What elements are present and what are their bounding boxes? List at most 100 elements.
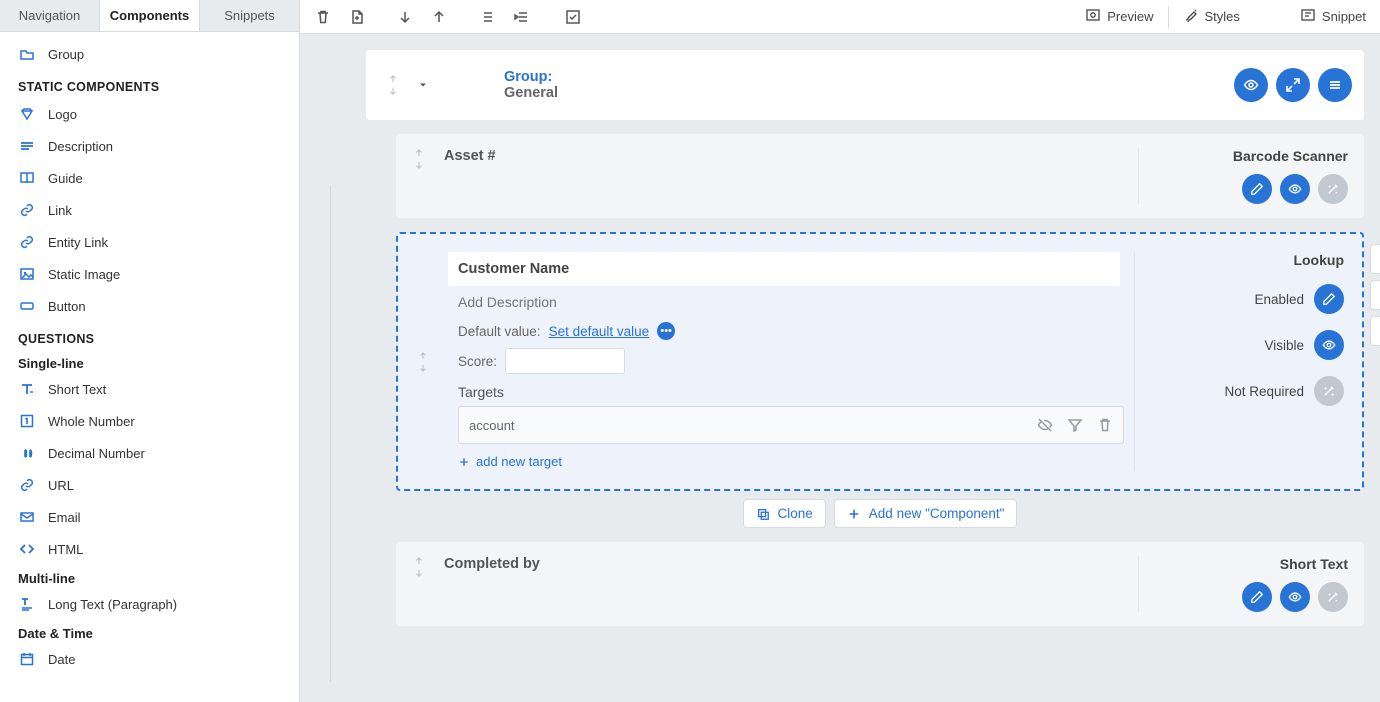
filter-icon[interactable]	[1067, 417, 1083, 433]
toolbar-move-up-button[interactable]	[424, 3, 454, 31]
component-long-text[interactable]: Long Text (Paragraph)	[0, 588, 299, 620]
brush-icon	[1183, 7, 1199, 26]
toolbar-indent-button[interactable]	[506, 3, 536, 31]
link-icon	[18, 233, 36, 251]
group-label: Group:	[504, 69, 1234, 85]
toolbar-styles-button[interactable]: Styles	[1177, 3, 1246, 31]
components-list[interactable]: Group STATIC COMPONENTS Logo Description…	[0, 32, 299, 702]
float-move-up-button[interactable]	[1370, 280, 1380, 310]
toolbar-preview-button[interactable]: Preview	[1079, 3, 1159, 31]
field-required-button[interactable]	[1318, 582, 1348, 612]
component-guide[interactable]: Guide	[0, 162, 299, 194]
float-move-down-button[interactable]	[1370, 316, 1380, 346]
state-required-button[interactable]	[1314, 376, 1344, 406]
group-expand-button[interactable]	[1276, 68, 1310, 102]
component-label: URL	[48, 478, 74, 493]
field-completed-card[interactable]: Completed by Short Text	[396, 542, 1364, 626]
tab-components[interactable]: Components	[100, 0, 200, 31]
button-icon	[18, 297, 36, 315]
component-button[interactable]: Button	[0, 290, 299, 322]
component-static-image[interactable]: Static Image	[0, 258, 299, 290]
default-value-label: Default value:	[458, 324, 541, 339]
toolbar-add-file-button[interactable]	[342, 3, 372, 31]
group-visible-button[interactable]	[1234, 68, 1268, 102]
field-visible-button[interactable]	[1280, 174, 1310, 204]
decimal-icon	[18, 444, 36, 462]
field-customer-card[interactable]: Default value: Set default value ••• Sco…	[396, 232, 1364, 491]
target-row[interactable]: account	[458, 406, 1124, 444]
add-component-button[interactable]: Add new "Component"	[834, 499, 1018, 528]
drag-handle[interactable]	[404, 556, 434, 612]
sub-multi-title: Multi-line	[0, 565, 299, 588]
component-logo[interactable]: Logo	[0, 98, 299, 130]
component-label: Logo	[48, 107, 77, 122]
add-target-button[interactable]: add new target	[448, 444, 1134, 471]
state-enabled-button[interactable]	[1314, 284, 1344, 314]
component-label: Group	[48, 47, 84, 62]
left-tabs: Navigation Components Snippets	[0, 0, 299, 32]
tab-navigation[interactable]: Navigation	[0, 0, 100, 31]
tab-snippets[interactable]: Snippets	[200, 0, 299, 31]
plus-icon	[458, 456, 470, 468]
drag-handle[interactable]	[404, 148, 434, 204]
clone-button[interactable]: Clone	[743, 499, 826, 528]
component-whole-number[interactable]: Whole Number	[0, 405, 299, 437]
field-title-input[interactable]	[448, 252, 1120, 286]
toolbar-snippet-label: Snippet	[1322, 9, 1366, 24]
component-label: Short Text	[48, 382, 106, 397]
set-default-link[interactable]: Set default value	[549, 324, 650, 339]
drag-handle[interactable]	[408, 351, 438, 373]
field-description-input[interactable]	[448, 286, 1120, 318]
group-name: General	[504, 85, 1234, 101]
toolbar-check-button[interactable]	[558, 3, 588, 31]
field-visible-button[interactable]	[1280, 582, 1310, 612]
field-asset-card[interactable]: Asset # Barcode Scanner	[396, 134, 1364, 218]
toolbar-list-button[interactable]	[472, 3, 502, 31]
collapse-toggle[interactable]	[408, 79, 438, 91]
drag-handle[interactable]	[378, 74, 408, 96]
arrow-down-icon	[388, 86, 398, 96]
group-titles: Group: General	[438, 69, 1234, 101]
float-actions	[1370, 244, 1380, 346]
targets-label: Targets	[448, 378, 1134, 402]
component-group[interactable]: Group	[0, 38, 299, 70]
float-delete-button[interactable]	[1370, 244, 1380, 274]
component-link[interactable]: Link	[0, 194, 299, 226]
mail-icon	[18, 508, 36, 526]
top-toolbar: Preview Styles Snippet	[300, 0, 1380, 34]
toolbar-delete-button[interactable]	[308, 3, 338, 31]
field-type: Short Text	[1280, 556, 1348, 572]
field-required-button[interactable]	[1318, 174, 1348, 204]
component-description[interactable]: Description	[0, 130, 299, 162]
group-menu-button[interactable]	[1318, 68, 1352, 102]
field-side: Short Text	[1138, 556, 1348, 612]
field-main: Completed by	[434, 556, 1138, 612]
group-card[interactable]: Group: General	[366, 50, 1364, 120]
component-entity-link[interactable]: Entity Link	[0, 226, 299, 258]
component-html[interactable]: HTML	[0, 533, 299, 565]
field-edit-button[interactable]	[1242, 582, 1272, 612]
trash-icon[interactable]	[1097, 417, 1113, 433]
component-date[interactable]: Date	[0, 643, 299, 675]
state-required-label: Not Required	[1224, 384, 1304, 399]
component-label: Link	[48, 203, 72, 218]
text-icon	[18, 380, 36, 398]
default-value-more-button[interactable]: •••	[657, 322, 675, 340]
code-icon	[18, 540, 36, 558]
field-main: Asset #	[434, 148, 1138, 204]
component-url[interactable]: URL	[0, 469, 299, 501]
add-component-label: Add new "Component"	[869, 506, 1005, 521]
component-email[interactable]: Email	[0, 501, 299, 533]
toolbar-divider	[1168, 6, 1169, 28]
book-icon	[18, 169, 36, 187]
toolbar-move-down-button[interactable]	[390, 3, 420, 31]
state-visible-button[interactable]	[1314, 330, 1344, 360]
score-input[interactable]	[505, 348, 625, 374]
arrow-down-icon	[418, 363, 428, 373]
canvas[interactable]: Group: General Asset #	[300, 34, 1380, 702]
field-edit-button[interactable]	[1242, 174, 1272, 204]
toolbar-snippet-button[interactable]: Snippet	[1294, 3, 1372, 31]
component-decimal-number[interactable]: Decimal Number	[0, 437, 299, 469]
eye-off-icon[interactable]	[1037, 417, 1053, 433]
component-short-text[interactable]: Short Text	[0, 373, 299, 405]
